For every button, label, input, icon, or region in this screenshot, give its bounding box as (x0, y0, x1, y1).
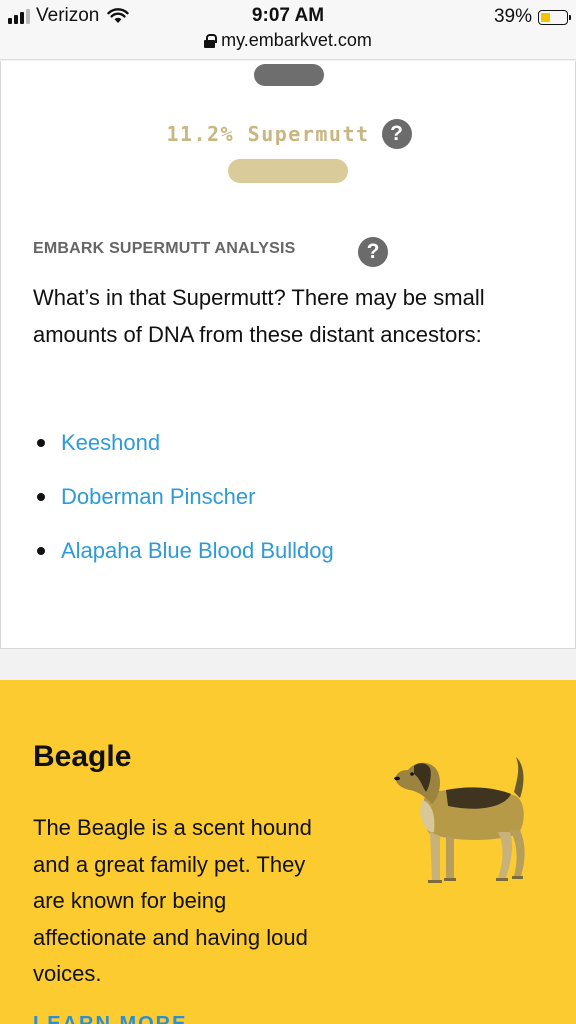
breed-card: Beagle The Beagle is a scent hound and a… (0, 680, 576, 1024)
question-circle-icon[interactable]: ? (358, 237, 388, 267)
supermutt-bar (228, 159, 348, 183)
beagle-illustration (394, 757, 525, 883)
ancestor-link-doberman-pinscher[interactable]: Doberman Pinscher (61, 484, 255, 510)
ancestry-bar-segment (254, 64, 324, 86)
battery-fill (541, 12, 551, 22)
bullet-icon (37, 439, 45, 447)
bullet-icon (37, 547, 45, 555)
list-item: Keeshond (33, 416, 334, 470)
learn-more-link[interactable]: LEARN MORE (33, 1013, 187, 1024)
lock-icon (204, 33, 218, 48)
url-text: my.embarkvet.com (221, 30, 372, 50)
ancestor-link-alapaha-blue-blood-bulldog[interactable]: Alapaha Blue Blood Bulldog (61, 538, 334, 564)
supermutt-percentage: 11.2% Supermutt (166, 122, 370, 146)
battery-percent: 39% (493, 6, 532, 27)
supermutt-card: 11.2% Supermutt ? EMBARK SUPERMUTT ANALY… (0, 61, 576, 649)
breed-title: Beagle (33, 740, 132, 773)
ancestor-list: Keeshond Doberman Pinscher Alapaha Blue … (33, 416, 334, 578)
section-title: EMBARK SUPERMUTT ANALYSIS (33, 240, 296, 257)
list-item: Doberman Pinscher (33, 470, 334, 524)
status-bar: Verizon 9:07 AM my.embarkvet.com 39% (0, 0, 576, 60)
list-item: Alapaha Blue Blood Bulldog (33, 524, 334, 578)
analysis-description: What’s in that Supermutt? There may be s… (33, 285, 485, 347)
supermutt-summary: 11.2% Supermutt ? (1, 119, 576, 149)
address-bar[interactable]: my.embarkvet.com (0, 30, 576, 51)
question-circle-icon[interactable]: ? (381, 119, 412, 149)
breed-description: The Beagle is a scent hound and a great … (33, 815, 312, 986)
ancestor-link-keeshond[interactable]: Keeshond (61, 430, 160, 456)
battery-icon (538, 9, 571, 25)
bullet-icon (37, 493, 45, 501)
battery-status: 39% (493, 6, 571, 28)
clock: 9:07 AM (251, 5, 325, 26)
